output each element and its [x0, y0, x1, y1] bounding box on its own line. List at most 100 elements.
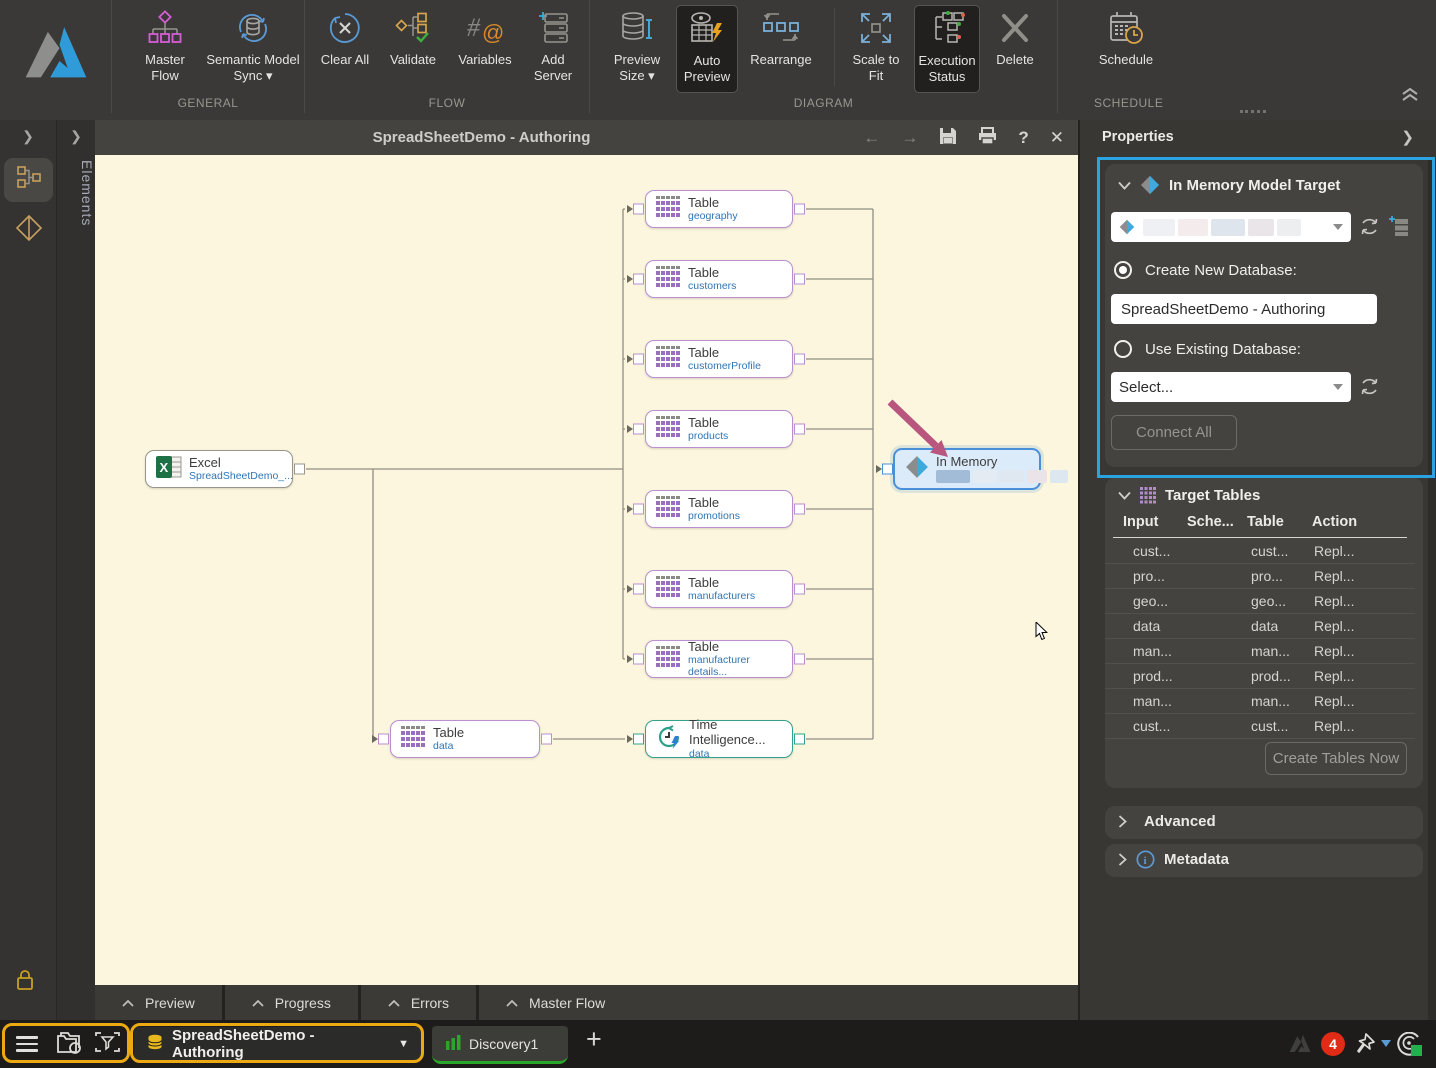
tab-progress[interactable]: Progress — [225, 985, 358, 1020]
input-port[interactable] — [633, 504, 644, 515]
table-row[interactable]: datadataRepl... — [1105, 614, 1415, 639]
connection-status-icon[interactable] — [1396, 1032, 1424, 1063]
semantic-model-sync-button[interactable]: Semantic Model Sync ▾ — [204, 5, 302, 93]
menu-icon[interactable] — [16, 1036, 38, 1056]
table-row[interactable]: pro...pro...Repl... — [1105, 564, 1415, 589]
table-row[interactable]: prod...prod...Repl... — [1105, 664, 1415, 689]
output-port[interactable] — [794, 584, 805, 595]
rearrange-button[interactable]: Rearrange — [744, 5, 818, 93]
elements-tab-label[interactable]: Elements — [57, 160, 95, 280]
print-icon[interactable] — [978, 127, 997, 148]
close-icon[interactable]: ✕ — [1050, 129, 1064, 146]
input-port[interactable] — [882, 464, 893, 475]
use-existing-database-option[interactable]: Use Existing Database: — [1114, 340, 1301, 358]
content-explorer-icon[interactable] — [56, 1031, 83, 1061]
smart-model-icon[interactable] — [94, 1031, 121, 1061]
table-row[interactable]: man...man...Repl... — [1105, 639, 1415, 664]
sidebar-item-model[interactable] — [4, 208, 53, 252]
lock-icon[interactable] — [16, 969, 34, 996]
new-tab-button[interactable]: + — [586, 1024, 602, 1055]
elements-expand-icon[interactable]: ❯ — [57, 128, 95, 145]
preview-size-button[interactable]: Preview Size ▾ — [604, 5, 670, 93]
output-port[interactable] — [794, 504, 805, 515]
input-port[interactable] — [378, 734, 389, 745]
output-port[interactable] — [794, 354, 805, 365]
panel-resize-grip[interactable] — [1240, 110, 1266, 113]
chevron-down-icon[interactable] — [1381, 1040, 1391, 1047]
delete-button[interactable]: Delete — [986, 5, 1044, 93]
node-table-products[interactable]: Table products — [645, 410, 793, 448]
node-table-geography[interactable]: Table geography — [645, 190, 793, 228]
output-port[interactable] — [294, 464, 305, 475]
table-row[interactable]: geo...geo...Repl... — [1105, 589, 1415, 614]
tab-errors[interactable]: Errors — [361, 985, 476, 1020]
app-logo[interactable] — [0, 0, 112, 113]
chevron-down-icon[interactable] — [1118, 491, 1131, 500]
master-flow-button[interactable]: Master Flow — [132, 5, 198, 93]
schedule-button[interactable]: Schedule — [1094, 5, 1158, 93]
forward-icon[interactable]: → — [901, 129, 918, 146]
input-port[interactable] — [633, 204, 644, 215]
node-table-customers[interactable]: Table customers — [645, 260, 793, 298]
variables-button[interactable]: # @ Variables — [451, 5, 519, 93]
input-port[interactable] — [633, 354, 644, 365]
table-row[interactable]: man...man...Repl... — [1105, 689, 1415, 714]
chevron-down-icon[interactable] — [1118, 181, 1131, 190]
sidebar-item-master-flow[interactable] — [4, 158, 53, 202]
node-table-manufacturer-details[interactable]: Table manufacturer details... — [645, 640, 793, 678]
output-port[interactable] — [794, 654, 805, 665]
node-table-data[interactable]: Table data — [390, 720, 540, 758]
add-server-button[interactable]: Add Server — [521, 5, 585, 93]
input-port[interactable] — [633, 274, 644, 285]
output-port[interactable] — [794, 204, 805, 215]
new-database-name-input[interactable] — [1111, 294, 1377, 324]
model-selector-dropdown[interactable]: SpreadSheetDemo - Authoring ▼ — [134, 1027, 422, 1061]
help-icon[interactable]: ? — [1018, 129, 1028, 146]
scrollbar[interactable] — [1428, 157, 1436, 1068]
back-icon[interactable]: ← — [863, 129, 880, 146]
tab-master-flow[interactable]: Master Flow — [479, 985, 1078, 1020]
input-port[interactable] — [633, 654, 644, 665]
table-row[interactable]: cust...cust...Repl... — [1105, 714, 1415, 739]
output-port[interactable] — [794, 424, 805, 435]
input-port[interactable] — [633, 734, 644, 745]
connect-all-button[interactable]: Connect All — [1111, 415, 1237, 450]
notification-badge[interactable]: 4 — [1321, 1032, 1345, 1056]
node-excel-source[interactable]: X Excel SpreadSheetDemo_... — [145, 450, 293, 488]
advanced-section[interactable]: Advanced — [1105, 806, 1423, 839]
node-table-promotions[interactable]: Table promotions — [645, 490, 793, 528]
panel-collapse-icon[interactable]: ❯ — [1401, 128, 1414, 146]
radio-selected-icon[interactable] — [1114, 261, 1132, 279]
metadata-section[interactable]: i Metadata — [1105, 844, 1423, 877]
refresh-icon[interactable] — [1359, 216, 1380, 242]
node-table-manufacturers[interactable]: Table manufacturers — [645, 570, 793, 608]
output-port[interactable] — [794, 274, 805, 285]
scale-to-fit-button[interactable]: Scale to Fit — [844, 5, 908, 93]
execution-status-button[interactable]: Execution Status — [914, 5, 980, 93]
node-time-intelligence[interactable]: Time Intelligence... data — [645, 720, 793, 758]
create-new-database-option[interactable]: Create New Database: — [1114, 261, 1297, 279]
model-dropdown[interactable] — [1111, 212, 1351, 242]
validate-button[interactable]: Validate — [381, 5, 445, 93]
output-port[interactable] — [794, 734, 805, 745]
sidebar-expand-icon[interactable]: ❯ — [0, 128, 56, 145]
output-port[interactable] — [541, 734, 552, 745]
tab-preview[interactable]: Preview — [95, 985, 222, 1020]
add-database-icon[interactable] — [1388, 215, 1410, 242]
node-table-customerprofile[interactable]: Table customerProfile — [645, 340, 793, 378]
clear-all-button[interactable]: Clear All — [313, 5, 377, 93]
save-icon[interactable] — [939, 127, 957, 148]
table-row[interactable]: cust...cust...Repl... — [1105, 539, 1415, 564]
node-in-memory-target[interactable]: In Memory — [893, 448, 1041, 490]
existing-database-dropdown[interactable]: Select... — [1111, 372, 1351, 402]
create-tables-now-button[interactable]: Create Tables Now — [1265, 742, 1407, 775]
refresh-icon[interactable] — [1359, 376, 1380, 402]
flow-canvas[interactable]: X Excel SpreadSheetDemo_... Table geogra… — [95, 155, 1078, 985]
input-port[interactable] — [633, 584, 644, 595]
pin-icon[interactable] — [1352, 1032, 1376, 1061]
ribbon-collapse-button[interactable] — [1400, 86, 1420, 107]
auto-preview-button[interactable]: Auto Preview — [676, 5, 738, 93]
radio-unselected-icon[interactable] — [1114, 340, 1132, 358]
tab-discovery1[interactable]: Discovery1 — [432, 1026, 568, 1064]
input-port[interactable] — [633, 424, 644, 435]
